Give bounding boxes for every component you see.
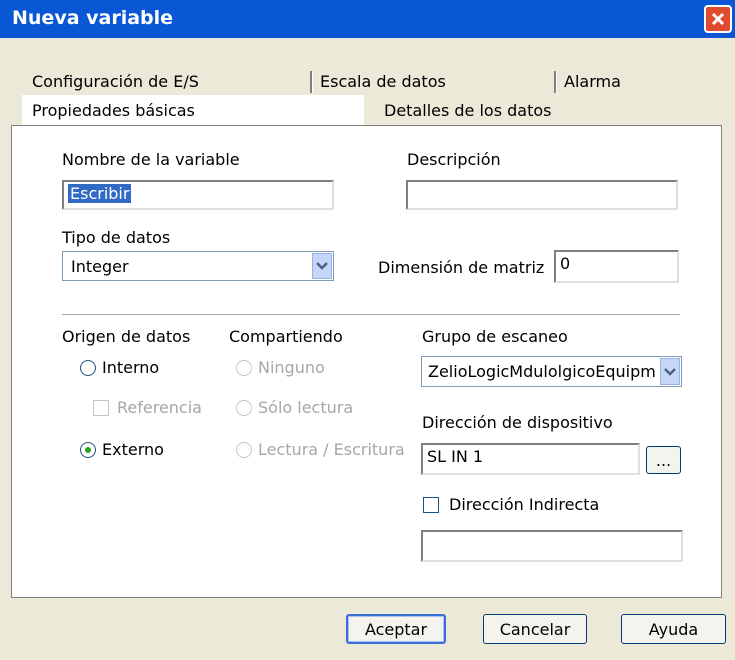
browse-button-label: ... (655, 450, 672, 470)
help-button[interactable]: Ayuda (621, 614, 726, 644)
close-button[interactable] (704, 5, 732, 33)
data-type-dropdown-button[interactable] (312, 253, 332, 279)
device-address-label: Dirección de dispositivo (422, 413, 613, 432)
radio-read-write-label: Lectura / Escritura (258, 440, 405, 459)
var-name-value: Escribir (68, 184, 132, 203)
close-icon (711, 12, 725, 26)
scan-group-value: ZelioLogicMdulolgicoEquipm (428, 362, 656, 381)
radio-internal[interactable] (80, 360, 96, 376)
tab-alarm[interactable]: Alarma (558, 68, 722, 95)
tab-basic-props[interactable]: Propiedades básicas (22, 95, 364, 128)
tab-data-details-label: Detalles de los datos (384, 101, 552, 120)
sharing-label: Compartiendo (229, 327, 343, 346)
cancel-button[interactable]: Cancelar (483, 614, 587, 644)
scan-group-dropdown-button[interactable] (660, 358, 680, 385)
radio-none[interactable] (236, 360, 252, 376)
data-type-value: Integer (71, 257, 129, 276)
var-name-label: Nombre de la variable (62, 150, 240, 169)
var-name-input[interactable]: Escribir (62, 180, 334, 210)
radio-external-label: Externo (102, 440, 164, 459)
checkbox-reference[interactable] (93, 400, 109, 416)
radio-read-only[interactable] (236, 400, 252, 416)
tab-data-scale-label: Escala de datos (320, 72, 446, 91)
window-title: Nueva variable (12, 7, 174, 29)
device-address-input[interactable]: SL IN 1 (421, 443, 640, 475)
scan-group-label: Grupo de escaneo (422, 327, 568, 346)
data-origin-label: Origen de datos (62, 327, 191, 346)
tab-data-scale[interactable]: Escala de datos (314, 68, 552, 95)
help-button-label: Ayuda (648, 619, 699, 639)
array-dim-input[interactable]: 0 (554, 250, 679, 283)
tab-separator (310, 71, 313, 93)
array-dim-value: 0 (560, 254, 571, 273)
radio-selected-dot (85, 447, 91, 453)
data-type-label: Tipo de datos (62, 228, 171, 247)
checkbox-indirect-address-label: Dirección Indirecta (449, 495, 600, 514)
indirect-address-input[interactable] (421, 530, 683, 562)
accept-button-label: Aceptar (364, 619, 428, 639)
accept-button[interactable]: Aceptar (346, 614, 446, 644)
description-label: Descripción (407, 150, 501, 169)
tab-io-config[interactable]: Configuración de E/S (22, 68, 312, 95)
tab-alarm-label: Alarma (564, 72, 621, 91)
radio-internal-label: Interno (102, 358, 160, 377)
description-input[interactable] (406, 180, 678, 210)
radio-external[interactable] (80, 442, 96, 458)
tab-data-details[interactable]: Detalles de los datos (366, 95, 722, 128)
device-address-value: SL IN 1 (427, 447, 484, 466)
chevron-down-icon (664, 367, 676, 376)
tab-separator (554, 71, 557, 93)
chevron-down-icon (316, 262, 328, 270)
checkbox-indirect-address[interactable] (423, 497, 439, 513)
scan-group-select[interactable]: ZelioLogicMdulolgicoEquipm (421, 356, 682, 387)
radio-read-write[interactable] (236, 442, 252, 458)
tab-io-config-label: Configuración de E/S (32, 72, 199, 91)
radio-read-only-label: Sólo lectura (258, 398, 354, 417)
cancel-button-label: Cancelar (499, 619, 571, 639)
tab-basic-props-label: Propiedades básicas (32, 101, 195, 120)
browse-button[interactable]: ... (646, 446, 681, 474)
data-type-select[interactable]: Integer (62, 251, 334, 281)
radio-none-label: Ninguno (258, 358, 325, 377)
section-divider (62, 314, 680, 315)
checkbox-reference-label: Referencia (117, 398, 202, 417)
array-dim-label: Dimensión de matriz (378, 258, 545, 277)
